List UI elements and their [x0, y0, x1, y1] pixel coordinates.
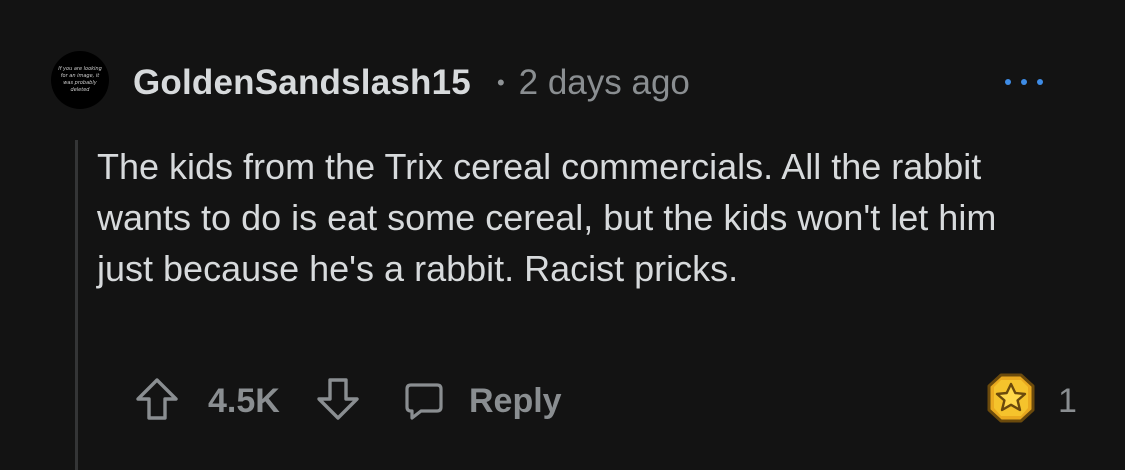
reply-label: Reply [469, 381, 562, 420]
award-count: 1 [1058, 382, 1077, 420]
avatar[interactable]: If you are looking for an image, it was … [51, 51, 109, 109]
separator-dot: • [496, 70, 505, 95]
reply-button[interactable]: Reply [403, 376, 562, 426]
upvote-arrow-icon[interactable] [134, 376, 180, 422]
more-dot [1005, 79, 1011, 85]
more-dot [1037, 79, 1043, 85]
downvote-arrow-icon[interactable] [315, 376, 361, 422]
username[interactable]: GoldenSandslash15 [133, 63, 471, 103]
comment-actions: 4.5K Reply 1 [0, 372, 1125, 428]
timestamp: 2 days ago [518, 63, 690, 102]
more-dot [1021, 79, 1027, 85]
more-options-icon[interactable] [1005, 72, 1043, 92]
speech-bubble-icon [405, 383, 443, 420]
avatar-placeholder-text: If you are looking for an image, it was … [58, 66, 102, 93]
star-award-icon[interactable] [987, 372, 1035, 424]
comment-body: The kids from the Trix cereal commercial… [97, 146, 997, 289]
comment-header: GoldenSandslash15 • 2 days ago [133, 58, 690, 108]
vote-count: 4.5K [208, 382, 280, 420]
